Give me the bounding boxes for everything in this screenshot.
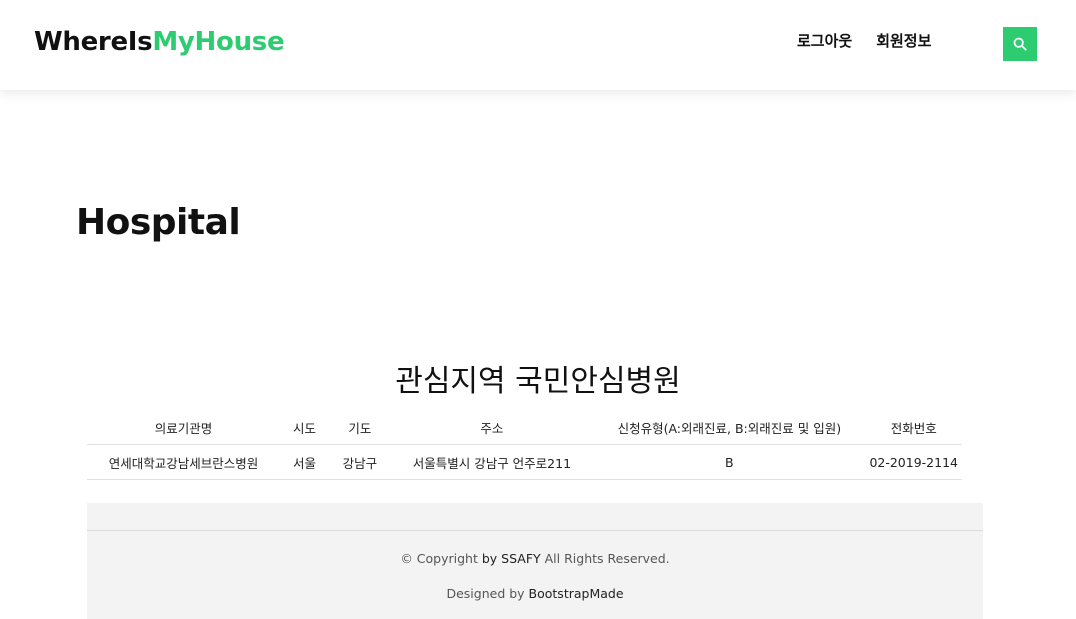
cell-province: 서울: [279, 444, 330, 480]
page-title: Hospital: [76, 202, 241, 243]
credits-link[interactable]: BootstrapMade: [529, 586, 624, 601]
cell-address: 서울특별시 강남구 언주로211: [390, 444, 594, 480]
credits-prefix: Designed by: [446, 586, 529, 601]
cell-institution: 연세대학교강남세브란스병원: [87, 444, 280, 480]
table-row: 연세대학교강남세브란스병원 서울 강남구 서울특별시 강남구 언주로211 B …: [87, 444, 962, 480]
cell-phone: 02-2019-2114: [865, 444, 962, 480]
col-header-institution: 의료기관명: [87, 410, 280, 445]
logo-text-part1: WhereIs: [34, 27, 153, 57]
logo-text-part2: MyHouse: [152, 27, 285, 57]
footer-divider: [87, 530, 983, 531]
credits-text: Designed by BootstrapMade: [87, 586, 983, 601]
hospital-table: 의료기관명 시도 기도 주소 신청유형(A:외래진료, B:외래진료 및 입원)…: [87, 410, 962, 480]
main-nav: 로그아웃 회원정보: [797, 30, 955, 51]
site-header: WhereIsMyHouse 로그아웃 회원정보: [0, 0, 1076, 90]
nav-member-info[interactable]: 회원정보: [876, 30, 931, 51]
copyright-prefix: © Copyright: [400, 551, 482, 566]
copyright-text: © Copyright by SSAFY All Rights Reserved…: [87, 551, 983, 566]
copyright-owner: by SSAFY: [481, 551, 541, 566]
col-header-phone: 전화번호: [865, 410, 962, 445]
cell-application-type: B: [593, 444, 866, 480]
col-header-address: 주소: [390, 410, 594, 445]
search-button[interactable]: [1003, 27, 1037, 61]
table-header-row: 의료기관명 시도 기도 주소 신청유형(A:외래진료, B:외래진료 및 입원)…: [87, 410, 962, 445]
search-icon: [1013, 37, 1027, 51]
cell-district: 강남구: [329, 444, 391, 480]
site-logo[interactable]: WhereIsMyHouse: [34, 27, 285, 57]
col-header-province: 시도: [279, 410, 330, 445]
col-header-application-type: 신청유형(A:외래진료, B:외래진료 및 입원): [593, 410, 866, 445]
site-footer: © Copyright by SSAFY All Rights Reserved…: [87, 503, 983, 619]
section-title: 관심지역 국민안심병원: [395, 364, 681, 399]
col-header-district: 기도: [329, 410, 391, 445]
nav-logout[interactable]: 로그아웃: [797, 30, 852, 51]
copyright-suffix: All Rights Reserved.: [540, 551, 670, 566]
